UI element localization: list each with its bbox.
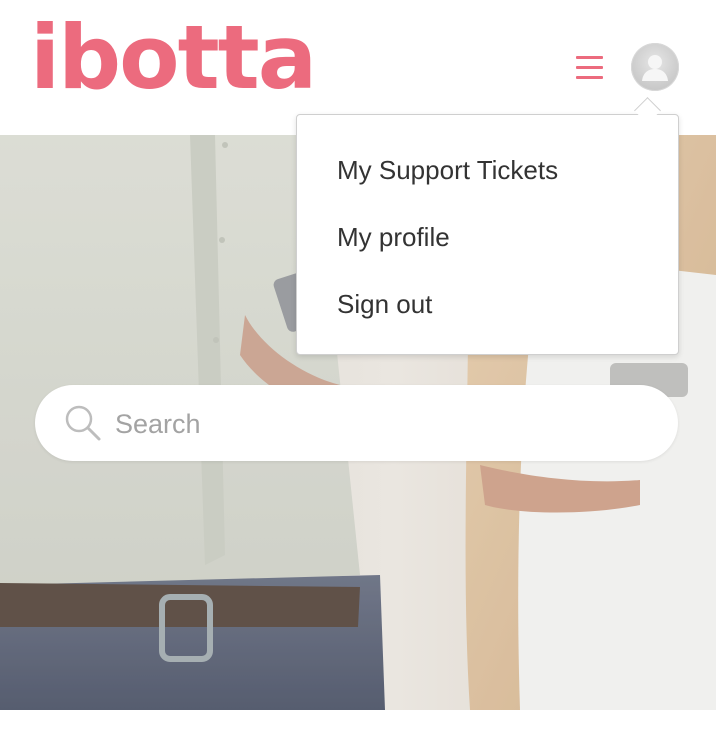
- menu-item-sign-out[interactable]: Sign out: [337, 288, 432, 320]
- ibotta-logo[interactable]: ibotta: [30, 8, 317, 108]
- search-icon: [65, 405, 101, 441]
- page-bottom-strip: [0, 710, 716, 743]
- menu-item-support-tickets[interactable]: My Support Tickets: [337, 154, 558, 186]
- menu-item-my-profile[interactable]: My profile: [337, 221, 450, 253]
- registered-mark: ®: [276, 36, 287, 49]
- user-avatar-icon[interactable]: [631, 43, 679, 91]
- user-menu-dropdown: My Support Tickets My profile Sign out: [296, 114, 679, 355]
- avatar-silhouette-icon: [642, 55, 668, 81]
- search-input[interactable]: [113, 403, 647, 445]
- search-bar[interactable]: [35, 385, 678, 461]
- hamburger-menu-icon[interactable]: [572, 54, 606, 82]
